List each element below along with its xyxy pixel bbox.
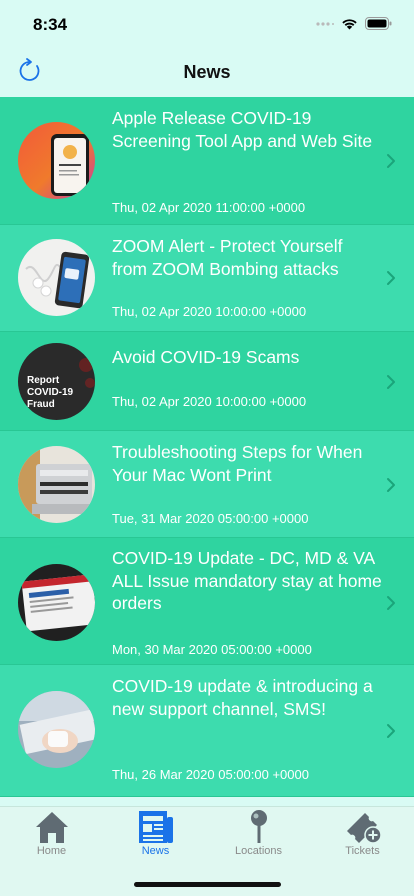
chevron-right-icon [387,724,395,738]
news-thumbnail [18,564,95,641]
news-date: Tue, 31 Mar 2020 05:00:00 +0000 [112,511,309,526]
chevron-right-icon [387,478,395,492]
news-date: Thu, 26 Mar 2020 05:00:00 +0000 [112,767,309,782]
news-title: ZOOM Alert - Protect Yourself from ZOOM … [112,236,343,279]
news-title: Troubleshooting Steps for When Your Mac … [112,442,363,485]
tab-tickets[interactable]: Tickets [311,807,414,867]
wifi-icon [342,18,357,29]
tab-label: Home [36,845,67,857]
news-thumbnail [18,446,95,523]
news-date: Thu, 02 Apr 2020 11:00:00 +0000 [112,200,306,215]
tab-label: Tickets [345,845,380,857]
news-item[interactable]: COVID-19 Update - DC, MD & VA ALL Issue … [0,538,414,665]
tab-locations[interactable]: Locations [207,807,310,867]
news-thumbnail [18,691,95,768]
news-item[interactable]: Apple Release COVID-19 Screening Tool Ap… [0,97,414,225]
laptop-news-image [18,564,95,641]
chevron-right-icon [387,375,395,389]
chevron-right-icon [387,271,395,285]
navigation-bar: News [0,48,414,97]
status-time: 8:34 [33,15,68,34]
report-fraud-image: Report COVID-19 Fraud [18,343,95,420]
page-title: News [183,62,231,82]
home-indicator[interactable] [134,882,281,887]
news-title: Apple Release COVID-19 Screening Tool Ap… [112,108,373,151]
news-date: Mon, 30 Mar 2020 05:00:00 +0000 [112,642,312,657]
news-date: Thu, 02 Apr 2020 10:00:00 +0000 [112,394,307,409]
tab-label: News [141,845,170,857]
tab-news[interactable]: News [104,807,207,867]
news-list: Apple Release COVID-19 Screening Tool Ap… [0,97,414,797]
map-pin-icon [250,810,267,843]
news-item[interactable]: ZOOM Alert - Protect Yourself from ZOOM … [0,225,414,332]
news-title: Avoid COVID-19 Scams [112,347,300,367]
hands-keyboard-image [18,691,95,768]
phone-screening-app-image [18,122,95,199]
ticket-add-icon [346,813,382,844]
status-icons [316,17,392,30]
printer-image [18,446,95,523]
tab-label: Locations [234,845,283,857]
chevron-right-icon [387,596,395,610]
news-thumbnail: Report COVID-19 Fraud [18,343,95,420]
news-item[interactable]: Report COVID-19 Fraud Avoid COVID-19 Sca… [0,332,414,431]
battery-icon [365,17,392,30]
news-thumbnail [18,239,95,316]
cellular-signal-icon [316,22,334,26]
phone-earbuds-image [18,239,95,316]
news-item[interactable]: Troubleshooting Steps for When Your Mac … [0,431,414,538]
news-title: COVID-19 Update - DC, MD & VA ALL Issue … [112,548,382,613]
news-date: Thu, 02 Apr 2020 10:00:00 +0000 [112,304,307,319]
house-icon [35,812,68,843]
thumb-text: Fraud [27,399,55,410]
status-bar: 8:34 [0,0,414,48]
news-item[interactable]: COVID-19 update & introducing a new supp… [0,665,414,797]
thumb-text: COVID-19 [27,387,74,398]
thumb-text: Report [27,375,60,386]
newspaper-icon [138,811,173,843]
news-thumbnail [18,122,95,199]
news-title: COVID-19 update & introducing a new supp… [112,676,373,719]
tab-home[interactable]: Home [0,807,103,867]
chevron-right-icon [387,154,395,168]
